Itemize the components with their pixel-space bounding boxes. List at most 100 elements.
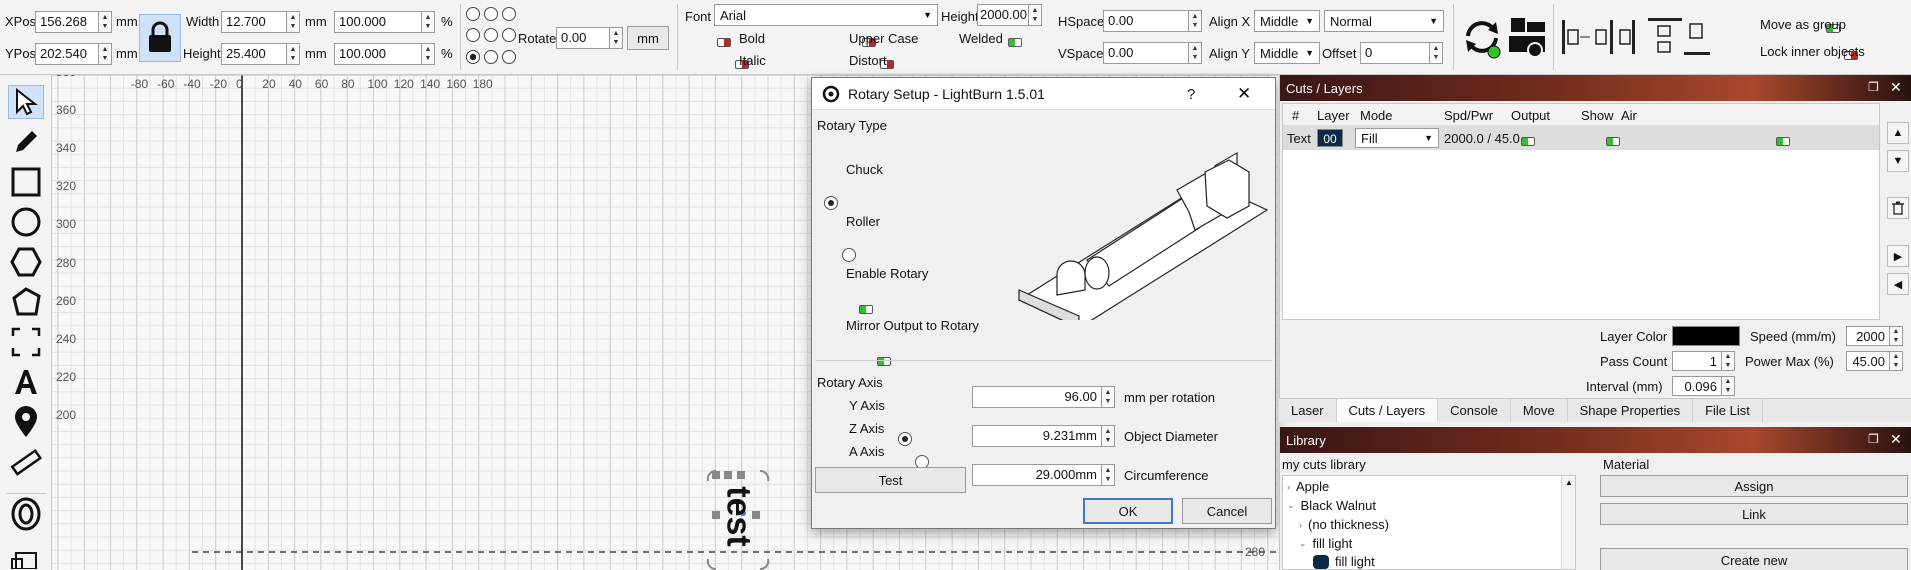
ok-button[interactable]: OK	[1083, 498, 1173, 524]
hspace-spinner[interactable]: ▲ ▼	[1189, 10, 1202, 32]
origin-top-right[interactable]	[502, 7, 516, 21]
scale-x-spinner[interactable]: ▲ ▼	[422, 11, 435, 33]
row-mode-select[interactable]: Fill ▼	[1355, 128, 1439, 148]
rectangle-tool[interactable]	[8, 165, 44, 199]
origin-bottom-center[interactable]	[484, 49, 498, 64]
align-x-select[interactable]: Middle ▼	[1254, 10, 1320, 32]
power-max-input[interactable]: 45.00	[1846, 351, 1890, 371]
mm-per-rotation-input[interactable]: 96.00	[972, 386, 1102, 408]
delete-layer-button[interactable]	[1887, 197, 1909, 219]
tab-cuts-layers[interactable]: Cuts / Layers	[1336, 399, 1439, 422]
rotate-spinner[interactable]: ▲ ▼	[610, 27, 623, 49]
ypos-input[interactable]: 202.540	[35, 43, 99, 65]
origin-center[interactable]	[484, 28, 498, 43]
link-button[interactable]: Link	[1600, 503, 1908, 525]
collapse-left-button[interactable]: ◀	[1887, 273, 1909, 295]
table-row[interactable]: Text 00 Fill ▼ 2000.0 / 45.0	[1283, 126, 1879, 150]
ypos-spinner[interactable]: ▲ ▼	[99, 43, 112, 65]
assign-button[interactable]: Assign	[1600, 475, 1908, 497]
create-new-button[interactable]: Create new	[1600, 548, 1908, 570]
test-button[interactable]: Test	[815, 467, 966, 493]
selected-text-object[interactable]: test	[682, 463, 792, 570]
origin-top-left[interactable]	[466, 7, 480, 21]
height-input[interactable]: 25.400	[221, 43, 287, 65]
list-item[interactable]: fill light	[1313, 554, 1375, 569]
offset-input[interactable]: 0	[1360, 42, 1430, 64]
float-panel-icon[interactable]: ❐	[1868, 432, 1879, 446]
library-scrollbar[interactable]: ▲	[1561, 476, 1575, 569]
circumference-spinner[interactable]: ▲ ▼	[1102, 464, 1115, 486]
close-panel-icon[interactable]: ✕	[1890, 431, 1902, 448]
interval-spinner[interactable]: ▲ ▼	[1722, 376, 1735, 396]
float-panel-icon[interactable]: ❐	[1868, 80, 1879, 94]
close-panel-icon[interactable]: ✕	[1890, 79, 1902, 96]
chuck-radio[interactable]	[824, 195, 838, 210]
roller-radio[interactable]	[841, 247, 856, 262]
rotary-setup-button[interactable]	[1460, 14, 1504, 60]
pass-count-input[interactable]: 1	[1672, 351, 1722, 371]
tab-move[interactable]: Move	[1511, 399, 1568, 422]
position-laser-tool[interactable]	[8, 405, 44, 439]
list-item[interactable]: ⌄ Black Walnut	[1287, 498, 1376, 513]
move-layer-up-button[interactable]: ▲	[1887, 122, 1909, 144]
row-show-toggle[interactable]	[1605, 137, 1620, 147]
tab-shape-properties[interactable]: Shape Properties	[1568, 399, 1694, 422]
move-layer-down-button[interactable]: ▼	[1887, 150, 1909, 172]
y-axis-radio[interactable]	[897, 431, 912, 446]
row-output-toggle[interactable]	[1521, 137, 1535, 147]
expand-right-button[interactable]: ▶	[1887, 245, 1909, 267]
list-item[interactable]: ⌄ fill light	[1299, 536, 1352, 551]
machine-settings-button[interactable]	[1505, 14, 1549, 60]
help-button[interactable]: ?	[1187, 86, 1195, 103]
close-icon[interactable]: ✕	[1237, 84, 1251, 104]
pass-count-spinner[interactable]: ▲ ▼	[1722, 351, 1735, 371]
interval-input[interactable]: 0.096	[1672, 376, 1722, 396]
speed-spinner[interactable]: ▲ ▼	[1890, 326, 1903, 346]
vspace-input[interactable]: 0.00	[1103, 42, 1189, 64]
mirror-output-toggle[interactable]	[876, 357, 891, 367]
text-mode-select[interactable]: Normal ▼	[1324, 10, 1444, 32]
origin-middle-left[interactable]	[466, 28, 480, 43]
rotate-input[interactable]: 0.00	[556, 27, 610, 49]
scale-y-spinner[interactable]: ▲ ▼	[422, 43, 435, 65]
origin-top-center[interactable]	[484, 7, 498, 21]
tab-laser[interactable]: Laser	[1279, 399, 1337, 422]
power-max-spinner[interactable]: ▲ ▼	[1890, 351, 1903, 371]
origin-bottom-left[interactable]	[466, 49, 480, 64]
width-spinner[interactable]: ▲ ▼	[287, 11, 300, 33]
speed-input[interactable]: 2000	[1846, 326, 1890, 346]
origin-middle-right[interactable]	[502, 28, 516, 43]
font-height-input[interactable]: 2000.00	[977, 4, 1029, 26]
font-select[interactable]: Arial ▼	[714, 4, 938, 26]
align-y-select[interactable]: Middle ▼	[1254, 42, 1320, 64]
scale-y-input[interactable]: 100.000	[334, 43, 422, 65]
width-input[interactable]: 12.700	[221, 11, 287, 33]
mm-per-rotation-spinner[interactable]: ▲ ▼	[1102, 386, 1115, 408]
select-tool[interactable]	[8, 85, 44, 119]
measure-tool[interactable]	[8, 445, 44, 479]
cancel-button[interactable]: Cancel	[1182, 498, 1272, 524]
xpos-input[interactable]: 156.268	[35, 11, 99, 33]
font-height-spinner[interactable]: ▲ ▼	[1029, 4, 1042, 26]
row-air-toggle[interactable]	[1776, 137, 1791, 147]
origin-bottom-right[interactable]	[502, 49, 516, 64]
ellipse-tool[interactable]	[8, 205, 44, 239]
scale-x-input[interactable]: 100.000	[334, 11, 422, 33]
hspace-input[interactable]: 0.00	[1103, 10, 1189, 32]
cut-shapes-tool[interactable]	[8, 325, 44, 359]
bold-toggle[interactable]	[717, 38, 731, 48]
circumference-input[interactable]: 29.000mm	[972, 464, 1102, 486]
edit-nodes-tool[interactable]	[8, 285, 44, 319]
object-diameter-spinner[interactable]: ▲ ▼	[1102, 425, 1115, 447]
polygon-tool[interactable]	[8, 245, 44, 279]
list-item[interactable]: › Apple	[1287, 479, 1329, 494]
array-tool[interactable]	[8, 537, 44, 570]
tab-console[interactable]: Console	[1438, 399, 1511, 422]
object-diameter-input[interactable]: 9.231mm	[972, 425, 1102, 447]
text-tool[interactable]	[8, 365, 44, 399]
vspace-spinner[interactable]: ▲ ▼	[1189, 42, 1202, 64]
xpos-spinner[interactable]: ▲ ▼	[99, 11, 112, 33]
draw-lines-tool[interactable]	[8, 125, 44, 159]
offset-shapes-tool[interactable]	[8, 497, 44, 531]
layer-color-swatch[interactable]	[1672, 326, 1740, 346]
